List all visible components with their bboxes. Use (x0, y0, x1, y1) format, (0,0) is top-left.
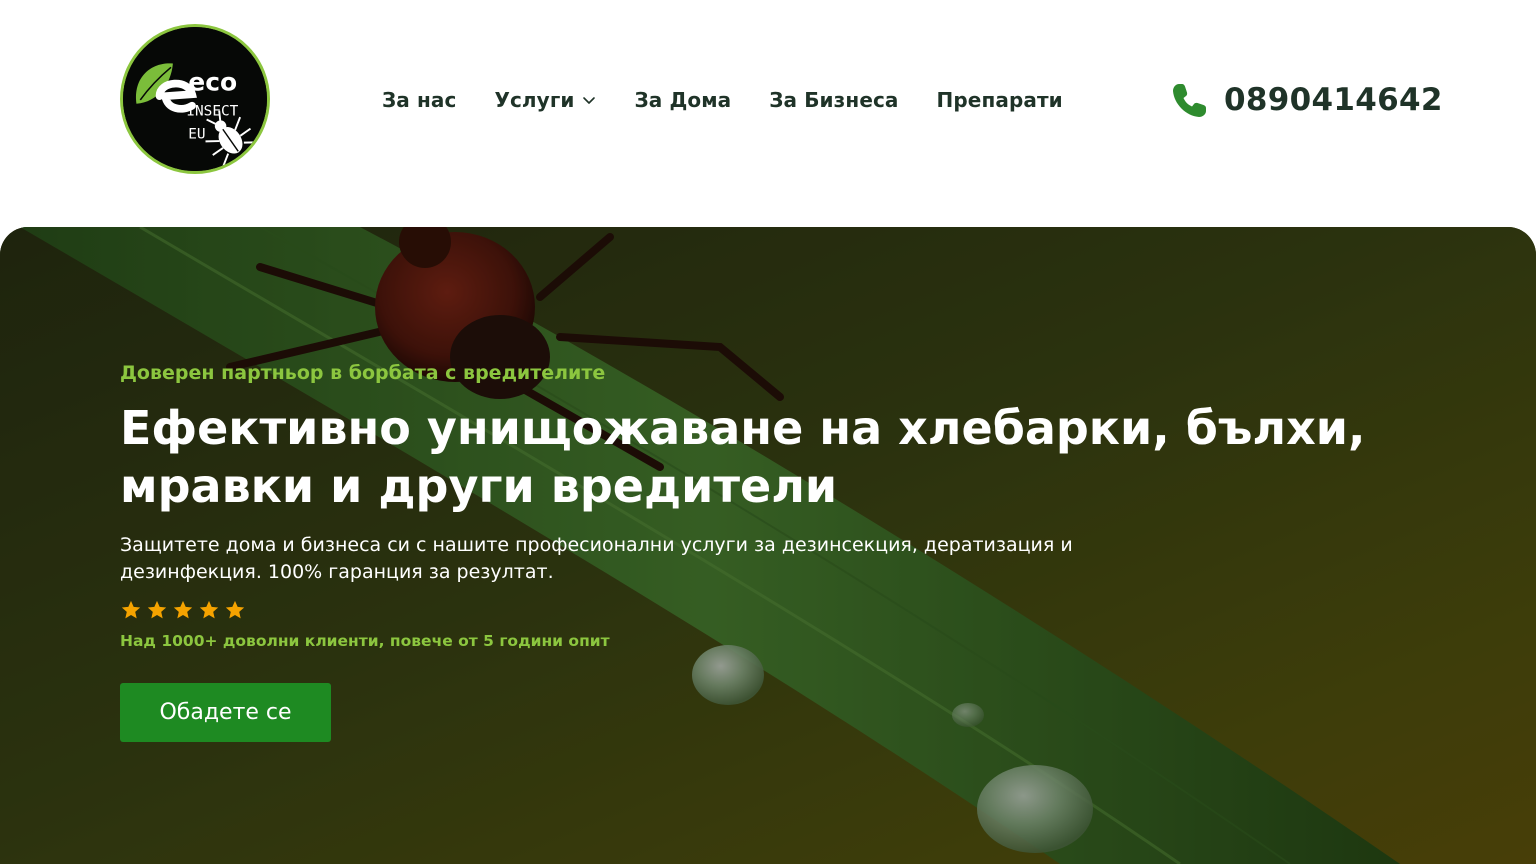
phone-link[interactable]: 0890414642 (1170, 78, 1443, 122)
nav-item-about[interactable]: За нас (382, 88, 456, 112)
nav-item-services[interactable]: Услуги (494, 88, 596, 112)
site-header: eco INSECT EU За нас Услуги За Дома За Б… (0, 0, 1536, 200)
star-icon (146, 599, 168, 621)
nav-item-products[interactable]: Препарати (937, 88, 1063, 112)
hero-subtext: Защитете дома и бизнеса си с нашите проф… (120, 534, 1073, 583)
hero-tagline: Доверен партньор в борбата с вредителите (120, 362, 606, 384)
nav-item-home[interactable]: За Дома (634, 88, 731, 112)
leaf-beetle-logo: eco INSECT EU (123, 27, 267, 171)
rating-stars (120, 599, 246, 623)
star-icon (198, 599, 220, 621)
nav-item-label: За нас (382, 88, 457, 112)
star-icon (120, 599, 142, 621)
main-nav: За нас Услуги За Дома За Бизнеса Препара… (382, 82, 1063, 118)
hero-headline: Ефективно унищожаване на хлебарки, бълхи… (120, 401, 1366, 513)
logo-wordmark-insect: INSECT (186, 103, 238, 119)
logo-wordmark-eu: EU (188, 126, 205, 142)
site-logo[interactable]: eco INSECT EU (120, 24, 270, 174)
star-icon (172, 599, 194, 621)
hero-section: Доверен партньор в борбата с вредителите… (0, 227, 1536, 864)
nav-item-label: Услуги (494, 88, 575, 112)
nav-item-label: За Дома (634, 88, 732, 112)
nav-item-label: Препарати (936, 88, 1063, 112)
logo-wordmark-eco: eco (188, 67, 237, 96)
call-us-button[interactable]: Обадете се (120, 683, 331, 742)
star-icon (224, 599, 246, 621)
nav-item-label: За Бизнеса (769, 88, 899, 112)
chevron-down-icon (582, 93, 596, 107)
trust-line: Над 1000+ доволни клиенти, повече от 5 г… (120, 632, 610, 650)
phone-number: 0890414642 (1224, 82, 1443, 118)
phone-icon (1170, 80, 1210, 120)
nav-item-business[interactable]: За Бизнеса (769, 88, 898, 112)
